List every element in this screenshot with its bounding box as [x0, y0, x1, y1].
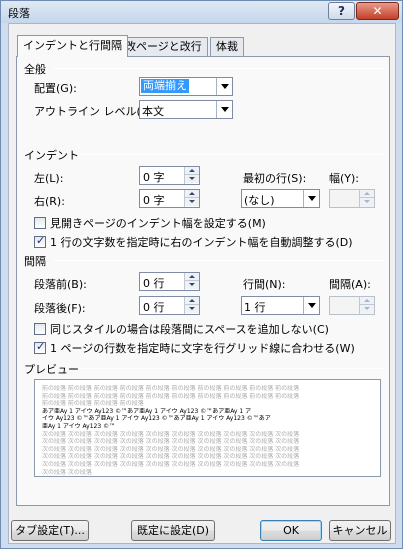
- outline-level-value: 本文: [142, 105, 164, 118]
- preview-prev-line: 前の段落 前の段落 前の段落 前の段落: [42, 400, 144, 408]
- first-line-dropdown[interactable]: (なし): [241, 189, 320, 208]
- indent-section-title: インデント: [24, 149, 79, 162]
- left-indent-value: 0 字: [143, 171, 165, 184]
- snap-to-grid-label: 1 ページの行数を指定時に文字を行グリッド線に合わせる(W): [50, 342, 355, 355]
- no-space-same-style-checkbox[interactable]: 同じスタイルの場合は段落間にスペースを追加しない(C): [34, 321, 329, 337]
- spin-up-icon[interactable]: [185, 190, 199, 198]
- dialog-client: インデントと行間隔 改ページと改行 体裁 全般 配置(G): 両端揃え アウトラ…: [8, 23, 396, 544]
- ok-button[interactable]: OK: [260, 520, 322, 541]
- tab-indents-spacing[interactable]: インデントと行間隔: [17, 35, 128, 57]
- spin-down-icon[interactable]: [185, 281, 199, 289]
- spin-down-icon[interactable]: [360, 305, 374, 313]
- preview-prev-line: 前の段落 前の段落 前の段落 前の段落 前の段落 前の段落 前の段落 前の段落 …: [42, 385, 300, 392]
- spin-up-icon[interactable]: [360, 297, 374, 305]
- right-indent-label: 右(R):: [34, 195, 65, 208]
- general-divider: [53, 68, 383, 69]
- title-bar[interactable]: 段落 ? ✕: [1, 1, 402, 23]
- auto-adjust-indent-box[interactable]: [34, 234, 46, 248]
- space-before-stepper[interactable]: 0 行: [139, 272, 200, 291]
- dialog-title: 段落: [8, 7, 30, 20]
- mirror-indents-checkbox[interactable]: 見開きページのインデント幅を設定する(M): [34, 215, 266, 231]
- spacing-at-stepper[interactable]: [329, 296, 375, 315]
- auto-adjust-indent-label: 1 行の文字数を指定時に右のインデント幅を自動調整する(D): [50, 236, 353, 249]
- spin-down-icon[interactable]: [360, 198, 374, 206]
- tab-panel: 全般 配置(G): 両端揃え アウトライン レベル(O): 本文 インデント 左…: [16, 56, 390, 506]
- spin-down-icon[interactable]: [185, 198, 199, 206]
- chevron-down-icon[interactable]: [216, 101, 232, 118]
- preview-section-title: プレビュー: [24, 363, 79, 376]
- no-space-same-style-box[interactable]: [34, 323, 46, 335]
- chevron-down-icon[interactable]: [303, 297, 319, 314]
- spacing-section-title: 間隔: [24, 255, 46, 268]
- spin-up-icon[interactable]: [185, 273, 199, 281]
- tabs-button[interactable]: タブ設定(T)...: [11, 520, 89, 541]
- preview-next-line: 次の段落 次の段落 次の段落 次の段落 次の段落 次の段落 次の段落 次の段落 …: [42, 438, 300, 446]
- spin-down-icon[interactable]: [185, 175, 199, 183]
- spacing-at-label: 間隔(A):: [329, 278, 371, 291]
- alignment-label: 配置(G):: [34, 82, 77, 95]
- chevron-down-icon[interactable]: [216, 78, 232, 95]
- last-line-spacing-label: 段落前(B):: [34, 278, 87, 291]
- line-spacing-dropdown[interactable]: 1 行: [241, 296, 320, 315]
- cancel-button[interactable]: キャンセル: [329, 520, 391, 541]
- general-section-title: 全般: [24, 63, 46, 76]
- preview-sample-line: イウ Ay123 ©™あア亜Ay 1 アイウ Ay123 ©™あア亜Ay 1 ア…: [42, 415, 271, 423]
- right-indent-stepper[interactable]: 0 字: [139, 189, 200, 208]
- spacing-divider: [53, 260, 383, 261]
- no-space-same-style-label: 同じスタイルの場合は段落間にスペースを追加しない(C): [50, 323, 329, 336]
- snap-to-grid-box[interactable]: [34, 340, 46, 354]
- indent-divider: [79, 154, 383, 155]
- alignment-dropdown[interactable]: 両端揃え: [139, 77, 233, 96]
- close-button[interactable]: ✕: [356, 2, 399, 20]
- mirror-indents-label: 見開きページのインデント幅を設定する(M): [50, 217, 266, 230]
- preview-next-line: 次の段落 次の段落: [42, 468, 92, 476]
- right-indent-value: 0 字: [143, 194, 165, 207]
- space-after-value: 0 行: [143, 301, 165, 314]
- alignment-value: 両端揃え: [141, 79, 189, 93]
- preview-divider: [79, 368, 383, 369]
- line-spacing-value: 1 行: [244, 301, 266, 314]
- space-before-value: 0 行: [143, 277, 165, 290]
- left-indent-label: 左(L):: [34, 172, 64, 185]
- indent-width-label: 幅(Y):: [329, 172, 360, 185]
- spin-up-icon[interactable]: [360, 190, 374, 198]
- preview-sample-line: あア亜Ay 1 アイウ Ay123 ©™あア亜Ay 1 アイウ Ay123 ©™…: [42, 407, 252, 415]
- indent-width-stepper[interactable]: [329, 189, 375, 208]
- preview-next-line: 次の段落 次の段落 次の段落 次の段落 次の段落 次の段落 次の段落 次の段落 …: [42, 460, 300, 468]
- preview-sample-line: 亜Ay 1 アイウ Ay123 ©™: [42, 422, 116, 430]
- spin-up-icon[interactable]: [185, 167, 199, 175]
- space-after-stepper[interactable]: 0 行: [139, 296, 200, 315]
- preview-next-line: 次の段落 次の段落 次の段落 次の段落 次の段落 次の段落 次の段落 次の段落 …: [42, 445, 300, 453]
- snap-to-grid-checkbox[interactable]: 1 ページの行数を指定時に文字を行グリッド線に合わせる(W): [34, 340, 355, 356]
- preview-next-line: 次の段落 次の段落 次の段落 次の段落 次の段落 次の段落 次の段落 次の段落 …: [42, 430, 300, 438]
- set-default-button[interactable]: 既定に設定(D): [131, 520, 215, 541]
- line-spacing-label: 行間(N):: [243, 278, 286, 291]
- chevron-down-icon[interactable]: [303, 190, 319, 207]
- space-after-label: 段落後(F):: [34, 302, 86, 315]
- auto-adjust-indent-checkbox[interactable]: 1 行の文字数を指定時に右のインデント幅を自動調整する(D): [34, 234, 353, 250]
- outline-level-dropdown[interactable]: 本文: [139, 100, 233, 119]
- help-button[interactable]: ?: [328, 2, 355, 20]
- mirror-indents-box[interactable]: [34, 217, 46, 229]
- spin-up-icon[interactable]: [185, 297, 199, 305]
- tab-line-page-breaks[interactable]: 改ページと改行: [119, 37, 208, 56]
- tab-asian-typography[interactable]: 体裁: [210, 37, 244, 56]
- paragraph-dialog: 段落 ? ✕ インデントと行間隔 改ページと改行 体裁 全般 配置(G): 両端…: [0, 0, 403, 549]
- spin-down-icon[interactable]: [185, 305, 199, 313]
- preview-prev-line: 前の段落 前の段落 前の段落 前の段落 前の段落 前の段落 前の段落 前の段落 …: [42, 392, 300, 400]
- preview-next-line: 次の段落 次の段落 次の段落 次の段落 次の段落 次の段落 次の段落 次の段落 …: [42, 453, 300, 461]
- preview-box: 前の段落 前の段落 前の段落 前の段落 前の段落 前の段落 前の段落 前の段落 …: [34, 379, 381, 477]
- first-line-value: (なし): [244, 194, 275, 207]
- left-indent-stepper[interactable]: 0 字: [139, 166, 200, 185]
- first-line-label: 最初の行(S):: [243, 172, 307, 185]
